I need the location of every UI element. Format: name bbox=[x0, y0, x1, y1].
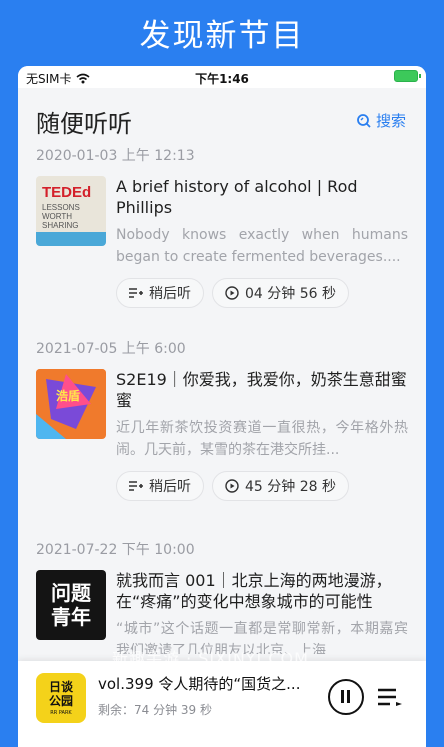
search-label: 搜索 bbox=[375, 112, 406, 130]
episode-date: 2021-07-05 上午 6:00 bbox=[36, 341, 186, 357]
player-cover[interactable]: 日谈 公园 RR PARK bbox=[36, 673, 86, 723]
play-icon bbox=[225, 479, 239, 493]
episode-card[interactable]: 2021-07-05 上午 6:00 浩盾 S2E19｜你爱我，我爱你，奶茶生意… bbox=[18, 339, 426, 501]
episode-description: 近几年新茶饮投资赛道一直很热，今年格外热闹。几天前，某雪的茶在港交所挂... bbox=[116, 420, 408, 458]
episode-cover[interactable]: 问题 青年 bbox=[36, 570, 106, 640]
episode-title[interactable]: S2E19｜你爱我，我爱你，奶茶生意甜蜜蜜 bbox=[116, 369, 408, 411]
episode-cover[interactable]: TEDEd LESSONS WORTH SHARING bbox=[36, 176, 106, 246]
battery-icon bbox=[394, 70, 421, 82]
search-button[interactable]: 搜索 bbox=[356, 110, 406, 131]
listen-later-label: 稍后听 bbox=[149, 479, 191, 495]
duration-label: 04 分钟 56 秒 bbox=[245, 286, 336, 302]
clock: 下午1:46 bbox=[195, 72, 249, 86]
search-icon bbox=[357, 113, 371, 128]
listen-later-label: 稍后听 bbox=[149, 286, 191, 302]
page-header: 随便听听 搜索 bbox=[18, 88, 426, 146]
episode-card[interactable]: 2020-01-03 上午 12:13 TEDEd LESSONS WORTH … bbox=[18, 146, 426, 308]
cover-art bbox=[36, 369, 106, 439]
episode-date: 2020-01-03 上午 12:13 bbox=[36, 148, 195, 164]
player-remaining: 剩余：74 分钟 39 秒 bbox=[98, 703, 212, 717]
play-duration-button[interactable]: 45 分钟 28 秒 bbox=[212, 471, 349, 501]
add-to-queue-icon bbox=[129, 288, 143, 298]
page-title: 随便听听 bbox=[36, 110, 132, 138]
episode-date: 2021-07-22 下午 10:00 bbox=[36, 542, 195, 558]
watermark: 新趣手游 · SJXINYI.COM bbox=[112, 649, 309, 668]
play-duration-button[interactable]: 04 分钟 56 秒 bbox=[212, 278, 349, 308]
player-title[interactable]: vol.399 令人期待的“国货之... bbox=[98, 673, 308, 694]
playlist-icon[interactable] bbox=[376, 685, 404, 709]
episode-card[interactable]: 2021-07-22 下午 10:00 问题 青年 就我而言 001｜北京上海的… bbox=[18, 540, 426, 654]
listen-later-button[interactable]: 稍后听 bbox=[116, 471, 204, 501]
pause-button[interactable] bbox=[328, 679, 364, 715]
mini-player[interactable]: 日谈 公园 RR PARK vol.399 令人期待的“国货之... 剩余：74… bbox=[18, 661, 426, 747]
episode-title[interactable]: 就我而言 001｜北京上海的两地漫游，在“疼痛”的变化中想象城市的可能性 bbox=[116, 570, 408, 612]
add-to-queue-icon bbox=[129, 481, 143, 491]
cover-stripe bbox=[36, 232, 106, 246]
duration-label: 45 分钟 28 秒 bbox=[245, 479, 336, 495]
play-icon bbox=[225, 286, 239, 300]
episode-description: Nobody knows exactly when humans began t… bbox=[116, 227, 408, 265]
listen-later-button[interactable]: 稍后听 bbox=[116, 278, 204, 308]
promo-title: 发现新节目 bbox=[139, 17, 305, 54]
episode-title[interactable]: A brief history of alcohol | Rod Phillip… bbox=[116, 176, 408, 218]
cover-brand: 浩盾 bbox=[56, 389, 81, 403]
status-bar: 无SIM卡 下午1:46 bbox=[18, 66, 426, 88]
ted-ed-logo: TEDEd bbox=[42, 184, 92, 201]
episode-cover[interactable]: 浩盾 bbox=[36, 369, 106, 439]
